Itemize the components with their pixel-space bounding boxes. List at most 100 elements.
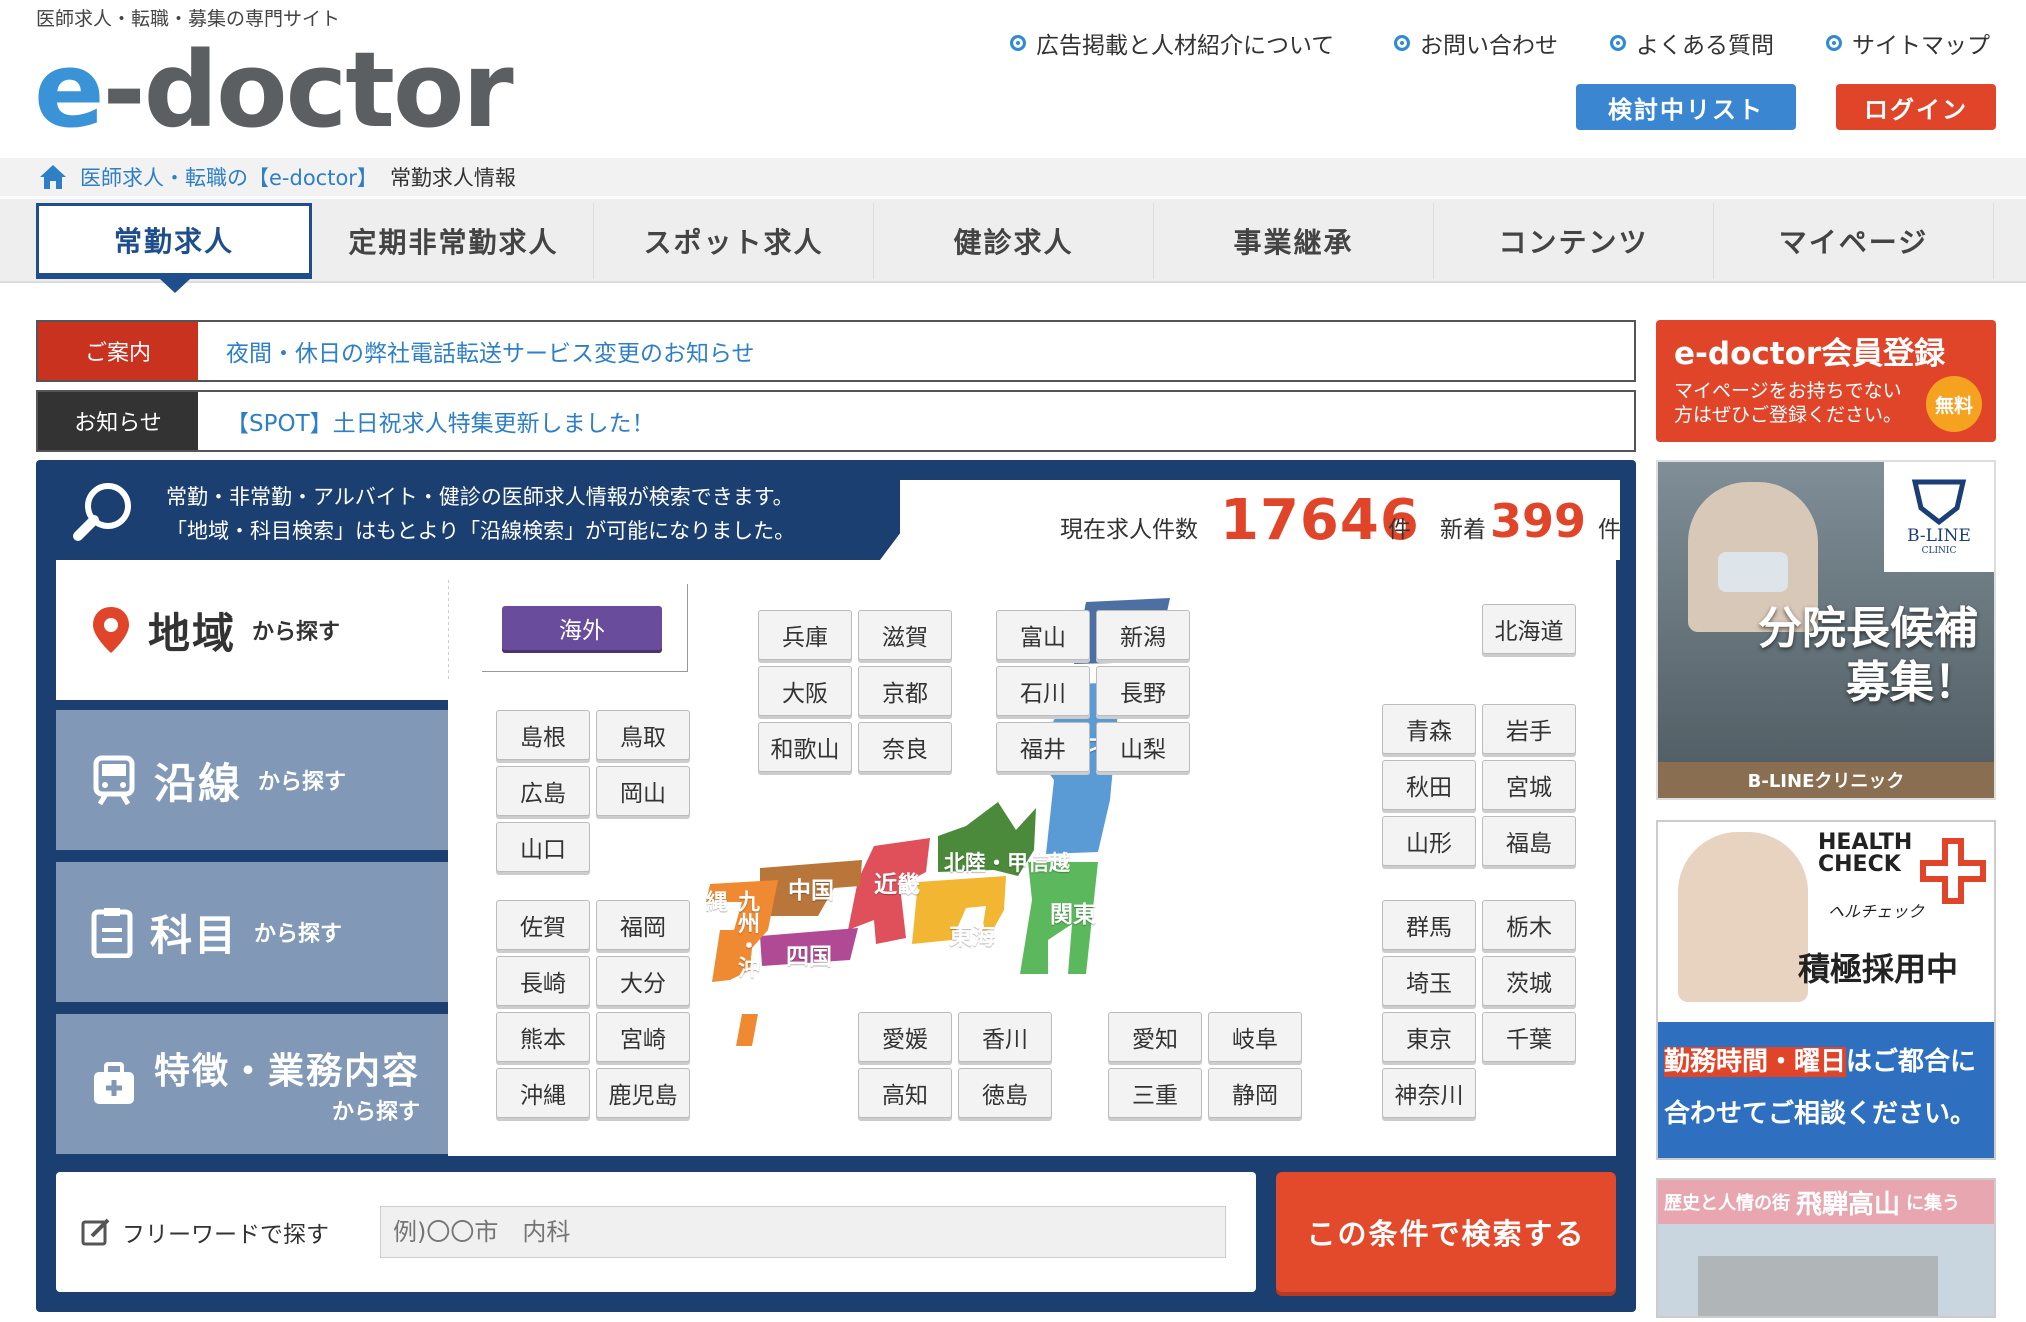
pref-button[interactable]: 高知 <box>858 1068 952 1118</box>
notice-text[interactable]: 【SPOT】土日祝求人特集更新しました！ <box>226 404 655 438</box>
healthcheck-banner[interactable]: HEALTH CHECK ヘルチェック 積極採用中 勤務時間・曜日はご都合に 合わ… <box>1656 820 1996 1160</box>
region-kinki[interactable]: 近畿 <box>852 860 942 904</box>
pref-button[interactable]: 和歌山 <box>758 722 852 772</box>
pref-button[interactable]: 富山 <box>996 610 1090 660</box>
pref-button[interactable]: 滋賀 <box>858 610 952 660</box>
pref-button[interactable]: 東京 <box>1382 1012 1476 1062</box>
pref-button[interactable]: 静岡 <box>1208 1068 1302 1118</box>
health-headline: 積極採用中 <box>1798 950 1959 988</box>
staff-photo <box>1678 832 1808 1002</box>
bline-banner[interactable]: B-LINE CLINIC 分院長候補 募集！ B-LINEクリニック <box>1656 460 1996 800</box>
health-logo-line: HEALTH <box>1818 830 1913 855</box>
site-logo[interactable]: e-doctor <box>34 38 514 142</box>
register-banner[interactable]: e-doctor会員登録 マイページをお持ちでない 方はぜひご登録ください。 無料 <box>1656 320 1996 442</box>
pref-button[interactable]: 佐賀 <box>496 900 590 950</box>
search-by-specialty-tab[interactable]: 科目 から探す <box>56 862 448 1002</box>
header-link-sitemap[interactable]: サイトマップ <box>1826 26 1990 60</box>
overseas-button[interactable]: 海外 <box>502 606 662 650</box>
pref-button[interactable]: 兵庫 <box>758 610 852 660</box>
tab-parttime[interactable]: 定期非常勤求人 <box>314 203 594 279</box>
region-hokuriku[interactable]: 北陸・甲信越 <box>932 842 1082 882</box>
header-link-label: サイトマップ <box>1852 33 1990 59</box>
region-chugoku[interactable]: 中国 <box>766 866 856 910</box>
pref-button[interactable]: 神奈川 <box>1382 1068 1476 1118</box>
pref-button[interactable]: 三重 <box>1108 1068 1202 1118</box>
pref-button[interactable]: 広島 <box>496 766 590 816</box>
login-button[interactable]: ログイン <box>1836 84 1996 130</box>
new-unit: 件 <box>1598 517 1621 543</box>
pref-button[interactable]: 福岡 <box>596 900 690 950</box>
tab-fulltime[interactable]: 常勤求人 <box>36 203 312 279</box>
okinawa-shape <box>736 1014 758 1046</box>
pref-button[interactable]: 島根 <box>496 710 590 760</box>
pref-button[interactable]: 徳島 <box>958 1068 1052 1118</box>
header-link-faq[interactable]: よくある質問 <box>1610 26 1774 60</box>
pref-button[interactable]: 宮城 <box>1482 760 1576 810</box>
pref-button[interactable]: 秋田 <box>1382 760 1476 810</box>
search-intro-line: 「地域・科目検索」はもとより「沿線検索」が可能になりました。 <box>166 519 796 543</box>
pref-button[interactable]: 福井 <box>996 722 1090 772</box>
health-footer: 勤務時間・曜日はご都合に 合わせてご相談ください。 <box>1658 1022 1994 1158</box>
pref-button[interactable]: 石川 <box>996 666 1090 716</box>
tab-contents[interactable]: コンテンツ <box>1434 203 1714 279</box>
pref-button[interactable]: 大阪 <box>758 666 852 716</box>
pref-button[interactable]: 福島 <box>1482 816 1576 866</box>
search-by-area-tab[interactable]: 地域 から探す <box>56 560 448 700</box>
pref-button[interactable]: 奈良 <box>858 722 952 772</box>
pref-button[interactable]: 長崎 <box>496 956 590 1006</box>
region-shikoku[interactable]: 四国 <box>764 932 854 976</box>
pref-button[interactable]: 山梨 <box>1096 722 1190 772</box>
pref-button[interactable]: 鹿児島 <box>596 1068 690 1118</box>
edit-icon <box>81 1218 110 1246</box>
region-kanto[interactable]: 関東 <box>1028 890 1118 934</box>
tab-mypage[interactable]: マイページ <box>1714 203 1994 279</box>
search-by-line-tab[interactable]: 沿線 から探す <box>56 710 448 850</box>
pref-button[interactable]: 香川 <box>958 1012 1052 1062</box>
pref-button[interactable]: 栃木 <box>1482 900 1576 950</box>
tab-checkup[interactable]: 健診求人 <box>874 203 1154 279</box>
train-icon <box>93 755 135 806</box>
region-kyushu[interactable]: 九州・沖縄 <box>700 890 760 980</box>
pref-button[interactable]: 熊本 <box>496 1012 590 1062</box>
header-link-contact[interactable]: お問い合わせ <box>1394 26 1558 60</box>
region-tokai[interactable]: 東海 <box>922 912 1022 956</box>
pref-button[interactable]: 長野 <box>1096 666 1190 716</box>
favorites-list-button[interactable]: 検討中リスト <box>1576 84 1796 130</box>
pref-button[interactable]: 愛知 <box>1108 1012 1202 1062</box>
pref-button[interactable]: 大分 <box>596 956 690 1006</box>
breadcrumb-home-link[interactable]: 医師求人・転職の【e-doctor】 <box>80 162 378 192</box>
search-submit-button[interactable]: この条件で検索する <box>1276 1172 1616 1292</box>
pref-button[interactable]: 山口 <box>496 822 590 872</box>
notice-text[interactable]: 夜間・休日の弊社電話転送サービス変更のお知らせ <box>226 334 755 368</box>
pref-button[interactable]: 岐阜 <box>1208 1012 1302 1062</box>
pref-button[interactable]: 群馬 <box>1382 900 1476 950</box>
notice-info[interactable]: お知らせ 【SPOT】土日祝求人特集更新しました！ <box>36 390 1636 452</box>
tab-spot[interactable]: スポット求人 <box>594 203 874 279</box>
pref-button[interactable]: 北海道 <box>1482 604 1576 654</box>
pref-button[interactable]: 埼玉 <box>1382 956 1476 1006</box>
new-count: 399 <box>1490 494 1587 548</box>
free-word-input[interactable] <box>380 1206 1226 1258</box>
pref-button[interactable]: 沖縄 <box>496 1068 590 1118</box>
tab-succession[interactable]: 事業継承 <box>1154 203 1434 279</box>
pref-button[interactable]: 岡山 <box>596 766 690 816</box>
hida-banner[interactable]: 歴史と人情の街 飛騨高山 に集う <box>1656 1178 1996 1318</box>
red-cross-icon <box>1920 838 1986 904</box>
site-tagline: 医師求人・転職・募集の専門サイト <box>36 8 341 30</box>
search-intro-line: 常勤・非常勤・アルバイト・健診の医師求人情報が検索できます。 <box>166 485 794 509</box>
header-link-ads[interactable]: 広告掲載と人材紹介について <box>1010 26 1334 60</box>
pref-button[interactable]: 山形 <box>1382 816 1476 866</box>
pref-button[interactable]: 青森 <box>1382 704 1476 754</box>
search-by-feature-tab[interactable]: 特徴・業務内容 から探す <box>56 1014 448 1154</box>
pref-button[interactable]: 宮崎 <box>596 1012 690 1062</box>
pref-button[interactable]: 新潟 <box>1096 610 1190 660</box>
pref-button[interactable]: 千葉 <box>1482 1012 1576 1062</box>
pref-button[interactable]: 岩手 <box>1482 704 1576 754</box>
pref-button[interactable]: 茨城 <box>1482 956 1576 1006</box>
register-title: e-doctor会員登録 <box>1674 336 1946 372</box>
pref-button[interactable]: 鳥取 <box>596 710 690 760</box>
notice-guide[interactable]: ご案内 夜間・休日の弊社電話転送サービス変更のお知らせ <box>36 320 1636 382</box>
pref-button[interactable]: 京都 <box>858 666 952 716</box>
pref-button[interactable]: 愛媛 <box>858 1012 952 1062</box>
home-icon[interactable] <box>38 163 68 191</box>
